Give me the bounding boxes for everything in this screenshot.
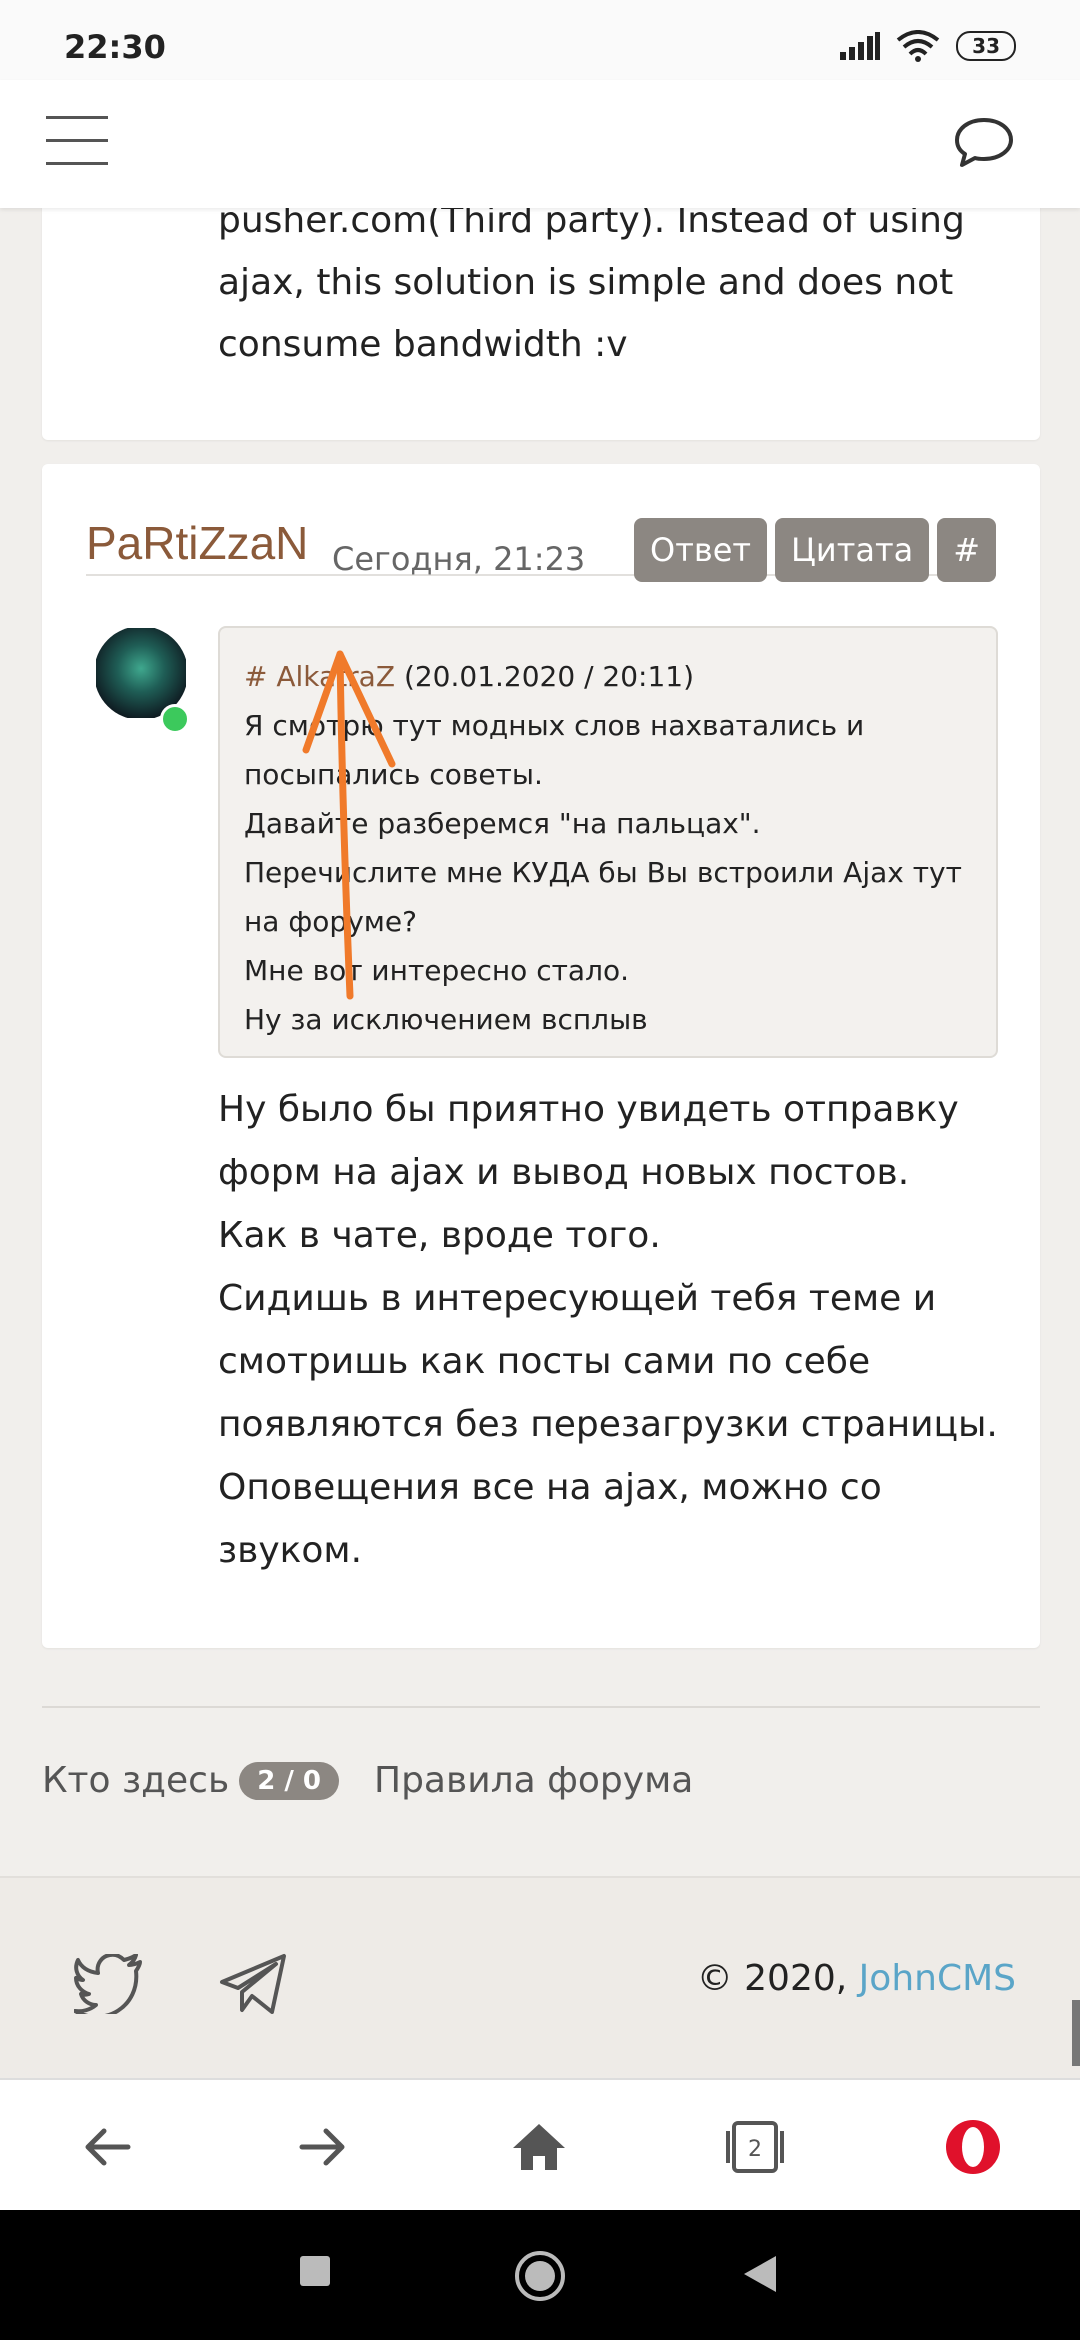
post-time: Сегодня, 21:23: [332, 540, 586, 578]
annotation-arrow: [302, 650, 396, 1000]
who-online-count: 2 / 0: [239, 1761, 339, 1800]
tabs-button[interactable]: 2: [720, 2112, 790, 2182]
johncms-link[interactable]: JohnCMS: [859, 1958, 1016, 1999]
forward-button[interactable]: [288, 2112, 358, 2182]
post-author[interactable]: PaRtiZzaN: [86, 516, 308, 570]
signal-icon: [840, 32, 881, 60]
battery-indicator: 33: [956, 31, 1016, 61]
section-divider: [42, 1706, 1040, 1708]
post-body: Ну было бы приятно увидеть отправку форм…: [218, 1078, 1018, 1582]
tabs-count: 2: [748, 2137, 762, 2162]
browser-toolbar: 2: [0, 2078, 1080, 2212]
telegram-icon[interactable]: [218, 1952, 288, 2016]
chat-icon[interactable]: [952, 114, 1016, 170]
post-line: Ну было бы приятно увидеть отправку: [218, 1089, 959, 1130]
home-icon: [513, 2124, 565, 2170]
post-line: Как в чате, вроде того.: [218, 1215, 661, 1256]
status-icons: 33: [840, 30, 1016, 62]
post-actions: Ответ Цитата #: [634, 518, 996, 582]
home-button[interactable]: [504, 2112, 574, 2182]
site-header: [0, 80, 1080, 208]
post-line: Сидишь в интересующей тебя теме и: [218, 1278, 937, 1319]
back-button[interactable]: [72, 2112, 142, 2182]
opera-menu-button[interactable]: [938, 2112, 1008, 2182]
forum-rules-link[interactable]: Правила форума: [374, 1760, 693, 1801]
post-card: PaRtiZzaN Сегодня, 21:23 Ответ Цитата # …: [42, 464, 1040, 1648]
permalink-button[interactable]: #: [937, 518, 996, 582]
scrollbar-thumb[interactable]: [1072, 2000, 1080, 2066]
home-nav-icon[interactable]: [512, 2248, 568, 2304]
post-line: звуком.: [218, 1530, 363, 1571]
post-header: PaRtiZzaN Сегодня, 21:23 Ответ Цитата #: [86, 494, 996, 582]
quote-button[interactable]: Цитата: [775, 518, 930, 582]
copyright-text: © 2020,: [696, 1958, 848, 1999]
menu-icon[interactable]: [46, 116, 108, 166]
tabs-icon: 2: [726, 2121, 784, 2173]
site-footer: © 2020, JohnCMS: [0, 1876, 1080, 2080]
twitter-icon[interactable]: [74, 1954, 144, 2014]
quote-hash: #: [244, 660, 268, 693]
status-time: 22:30: [64, 28, 166, 66]
arrow-right-icon: [299, 2128, 345, 2166]
back-nav-icon[interactable]: [742, 2254, 778, 2294]
previous-post-text: pusher.com(Third party). Instead of usin…: [218, 190, 965, 376]
who-online-label: Кто здесь: [42, 1760, 230, 1801]
post-line: форм на ajax и вывод новых постов.: [218, 1152, 910, 1193]
recents-icon[interactable]: [298, 2254, 332, 2288]
status-bar: 22:30 33: [0, 0, 1080, 80]
system-navbar: [0, 2210, 1080, 2340]
previous-post-line: ajax, this solution is simple and does n…: [218, 262, 954, 303]
post-line: смотришь как посты сами по себе: [218, 1341, 871, 1382]
online-status-dot: [160, 704, 190, 734]
previous-post-line: consume bandwidth :v: [218, 324, 628, 365]
opera-logo-icon: [946, 2120, 1000, 2174]
arrow-left-icon: [85, 2128, 131, 2166]
who-online-link[interactable]: Кто здесь 2 / 0: [42, 1760, 339, 1801]
post-line: Оповещения все на ajax, можно со: [218, 1467, 882, 1508]
post-line: появляются без перезагрузки страницы.: [218, 1404, 998, 1445]
reply-button[interactable]: Ответ: [634, 518, 768, 582]
wifi-icon: [896, 30, 940, 62]
quote-date: (20.01.2020 / 20:11): [403, 660, 695, 693]
copyright: © 2020, JohnCMS: [697, 1958, 1016, 1999]
quote-line: Ну за исключением всплыв: [244, 1003, 648, 1036]
